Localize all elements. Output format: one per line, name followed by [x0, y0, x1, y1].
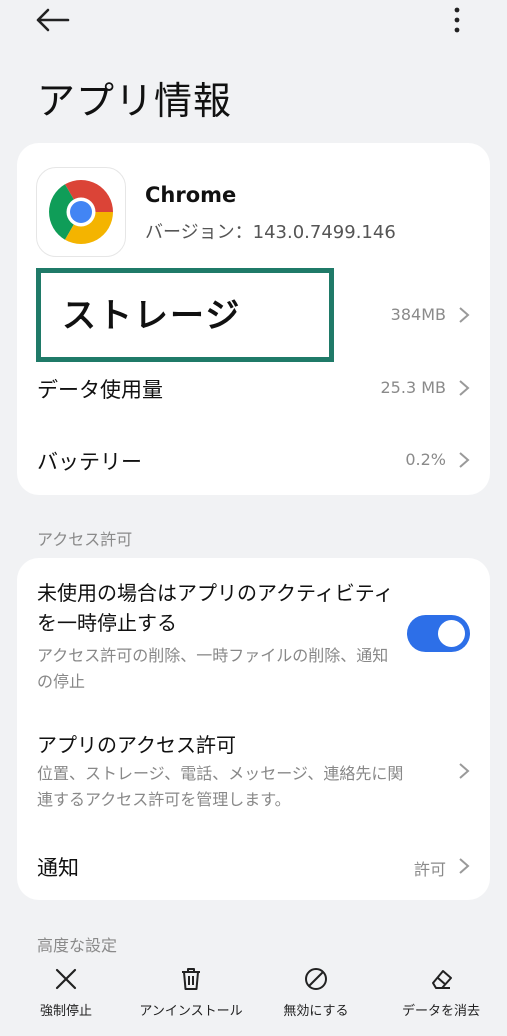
force-stop-button[interactable]: 強制停止: [6, 960, 126, 1019]
chevron-right-icon: [459, 452, 470, 468]
data-usage-label: データ使用量: [37, 378, 163, 402]
back-arrow-icon[interactable]: [34, 2, 74, 38]
top-bar: [0, 0, 507, 44]
data-usage-value: 25.3 MB: [380, 378, 447, 397]
chevron-right-icon: [459, 380, 470, 396]
chrome-logo-icon: [49, 180, 113, 244]
app-permissions-subtitle: 位置、ストレージ、電話、メッセージ、連絡先に関連するアクセス許可を管理します。: [37, 764, 404, 809]
force-stop-label: 強制停止: [39, 1004, 92, 1019]
battery-value: 0.2%: [405, 450, 446, 469]
notifications-value: 許可: [413, 860, 446, 879]
close-x-icon: [55, 968, 77, 990]
disable-button[interactable]: 無効にする: [256, 960, 376, 1019]
clear-data-label: データを消去: [401, 1004, 480, 1019]
app-name: Chrome: [145, 183, 237, 207]
more-options-icon[interactable]: [445, 4, 469, 36]
page-title: アプリ情報: [37, 79, 233, 123]
notifications-label: 通知: [37, 856, 79, 880]
pause-unused-title: 未使用の場合はアプリのアクティビティを一時停止する: [37, 581, 394, 635]
toggle-knob: [438, 620, 465, 647]
chevron-right-icon: [459, 763, 470, 779]
eraser-icon: [432, 970, 452, 989]
section-header-advanced: 高度な設定: [37, 936, 118, 955]
trash-icon: [182, 968, 200, 990]
disable-label: 無効にする: [283, 1004, 349, 1019]
clear-data-button[interactable]: データを消去: [381, 960, 501, 1019]
pause-unused-toggle[interactable]: [407, 615, 470, 652]
section-header-access: アクセス許可: [37, 530, 133, 549]
pause-unused-subtitle: アクセス許可の削除、一時ファイルの削除、通知の停止: [37, 646, 389, 691]
chrome-app-icon: [36, 167, 126, 257]
data-usage-row[interactable]: データ使用量 25.3 MB: [17, 358, 490, 418]
block-icon: [305, 968, 327, 990]
chevron-right-icon: [459, 858, 470, 874]
notifications-row[interactable]: 通知 許可: [17, 836, 490, 896]
uninstall-label: アンインストール: [139, 1004, 243, 1019]
app-permissions-title: アプリのアクセス許可: [37, 733, 236, 757]
uninstall-button[interactable]: アンインストール: [131, 960, 251, 1019]
bottom-action-bar: 強制停止 アンインストール 無効にする データを消去: [0, 960, 507, 1036]
storage-value: 384MB: [390, 305, 446, 324]
battery-row[interactable]: バッテリー 0.2%: [17, 430, 490, 490]
storage-label: ストレージ: [62, 296, 242, 336]
battery-label: バッテリー: [37, 450, 142, 474]
chevron-right-icon: [459, 307, 470, 323]
app-version: バージョン：143.0.7499.146: [145, 222, 396, 243]
